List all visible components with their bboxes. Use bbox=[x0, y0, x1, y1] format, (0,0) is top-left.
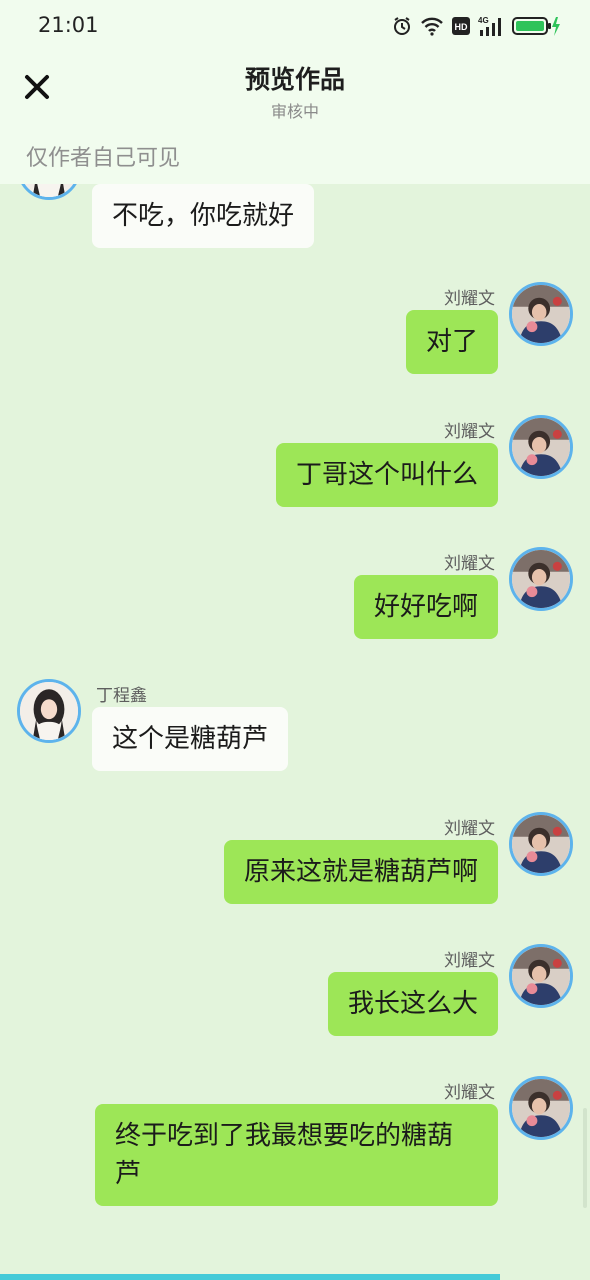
status-bar: 21:01 HD 4G bbox=[0, 0, 590, 52]
review-status: 审核中 bbox=[270, 102, 319, 121]
hd-icon: HD bbox=[452, 17, 470, 35]
avatar-liu[interactable] bbox=[509, 1076, 573, 1140]
sender-name: 刘耀文 bbox=[444, 819, 495, 839]
scrollbar[interactable] bbox=[583, 1108, 587, 1208]
avatar-liu[interactable] bbox=[509, 282, 573, 346]
message-bubble[interactable]: 终于吃到了我最想要吃的糖葫芦 bbox=[95, 1104, 498, 1206]
sender-name: 刘耀文 bbox=[444, 289, 495, 309]
sender-name: 丁程鑫 bbox=[96, 686, 147, 706]
sender-name: 刘耀文 bbox=[444, 554, 495, 574]
message-bubble[interactable]: 丁哥这个叫什么 bbox=[275, 443, 498, 507]
sender-name: 刘耀文 bbox=[444, 422, 495, 442]
message-bubble[interactable]: 对了 bbox=[405, 310, 498, 374]
status-time: 21:01 bbox=[38, 13, 99, 37]
hd-label: HD bbox=[455, 22, 468, 32]
bottom-progress-strip bbox=[0, 1274, 500, 1280]
top-header: 21:01 HD 4G 预览作品 审核中 仅作者自己可见 bbox=[0, 0, 590, 184]
battery-charging-icon bbox=[512, 15, 560, 37]
cellular-4g-icon: 4G bbox=[478, 15, 504, 37]
chat-list[interactable]: 不吃，你吃就好 刘耀文 对了 刘耀文 丁哥这个叫什么 刘耀文 好好吃啊 丁程鑫 … bbox=[0, 184, 590, 1280]
message-bubble[interactable]: 这个是糖葫芦 bbox=[92, 707, 289, 771]
avatar-liu[interactable] bbox=[509, 812, 573, 876]
visibility-note: 仅作者自己可见 bbox=[26, 146, 181, 171]
message-bubble[interactable]: 不吃，你吃就好 bbox=[92, 184, 315, 248]
sender-name: 刘耀文 bbox=[444, 1083, 495, 1103]
avatar-ding[interactable] bbox=[17, 679, 81, 743]
avatar-liu[interactable] bbox=[509, 944, 573, 1008]
avatar-ding[interactable] bbox=[17, 184, 81, 200]
message-bubble[interactable]: 原来这就是糖葫芦啊 bbox=[223, 840, 498, 904]
avatar-liu[interactable] bbox=[509, 547, 573, 611]
wifi-icon bbox=[420, 16, 444, 36]
message-bubble[interactable]: 好好吃啊 bbox=[353, 575, 498, 639]
network-label: 4G bbox=[478, 16, 489, 25]
message-bubble[interactable]: 我长这么大 bbox=[327, 972, 498, 1036]
sender-name: 刘耀文 bbox=[444, 951, 495, 971]
status-icons: HD 4G bbox=[392, 14, 560, 38]
alarm-icon bbox=[392, 16, 412, 36]
page-title: 预览作品 bbox=[244, 65, 345, 94]
avatar-liu[interactable] bbox=[509, 415, 573, 479]
